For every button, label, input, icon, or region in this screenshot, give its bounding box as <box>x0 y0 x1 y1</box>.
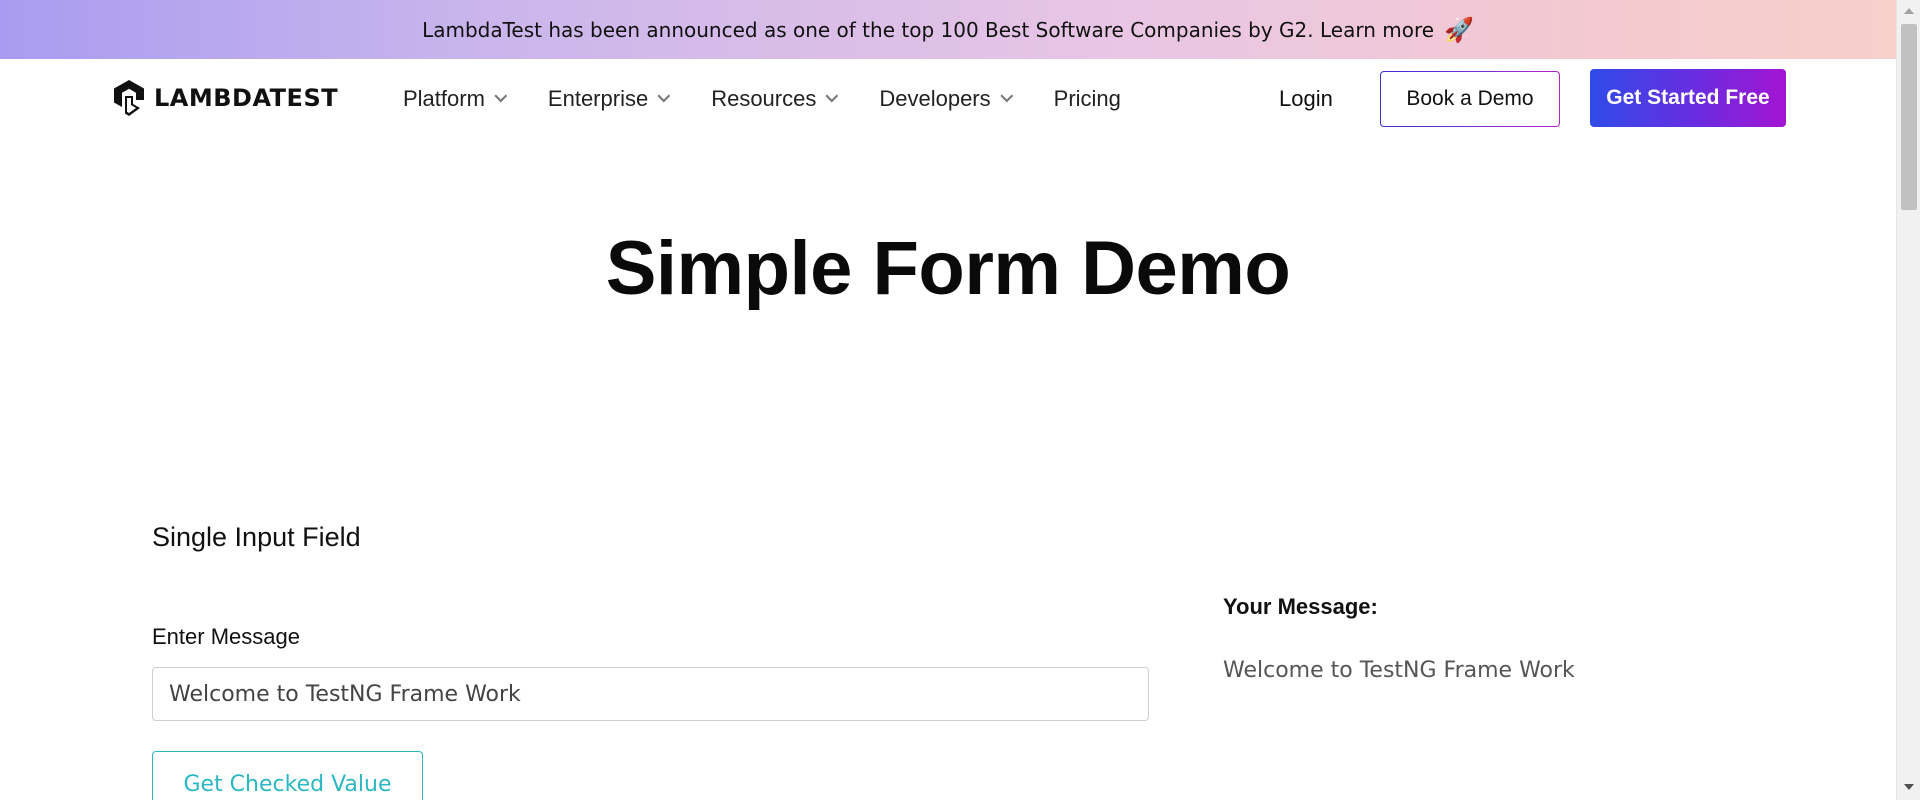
your-message-label: Your Message: <box>1223 594 1378 619</box>
nav-item-developers[interactable]: Developers <box>879 86 1013 112</box>
chevron-down-icon <box>494 89 508 102</box>
nav-item-enterprise[interactable]: Enterprise <box>547 86 671 112</box>
nav-item-label: Developers <box>879 86 991 111</box>
scrollbar-thumb[interactable] <box>1901 24 1917 210</box>
your-message-value: Welcome to TestNG Frame Work <box>1223 658 1575 683</box>
logo[interactable]: LAMBDATEST <box>110 77 338 119</box>
announcement-banner[interactable]: LambdaTest has been announced as one of … <box>0 0 1896 59</box>
message-label: Enter Message <box>152 624 300 649</box>
nav-item-pricing[interactable]: Pricing <box>1054 86 1121 112</box>
chevron-down-icon <box>1000 89 1013 102</box>
scroll-down-arrow-icon[interactable] <box>1904 784 1914 790</box>
scroll-up-arrow-icon[interactable] <box>1904 8 1914 14</box>
vertical-scrollbar[interactable] <box>1896 0 1920 800</box>
nav-item-label: Platform <box>403 86 485 111</box>
get-checked-value-button[interactable]: Get Checked Value <box>152 751 423 800</box>
rocket-icon: 🚀 <box>1444 15 1474 44</box>
logo-text: LAMBDATEST <box>154 84 339 112</box>
page: LambdaTest has been announced as one of … <box>0 0 1920 800</box>
nav-item-resources[interactable]: Resources <box>711 86 839 112</box>
section-title: Single Input Field <box>152 522 361 552</box>
navbar: LAMBDATEST Platform Enterprise Resources… <box>0 59 1896 139</box>
lambdatest-logo-icon <box>114 80 144 116</box>
banner-text[interactable]: LambdaTest has been announced as one of … <box>422 18 1434 42</box>
message-input[interactable] <box>152 667 1149 721</box>
chevron-down-icon <box>825 89 839 102</box>
get-started-button[interactable]: Get Started Free <box>1590 69 1786 127</box>
nav-item-platform[interactable]: Platform <box>403 86 508 112</box>
page-title: Simple Form Demo <box>605 226 1291 311</box>
nav-menu: Platform Enterprise Resources Developers… <box>403 59 1163 139</box>
login-link[interactable]: Login <box>1279 59 1333 139</box>
book-demo-button[interactable]: Book a Demo <box>1380 71 1560 127</box>
nav-item-label: Enterprise <box>547 86 649 111</box>
nav-item-label: Resources <box>711 86 817 111</box>
nav-item-label: Pricing <box>1053 86 1121 111</box>
chevron-down-icon <box>657 89 671 102</box>
